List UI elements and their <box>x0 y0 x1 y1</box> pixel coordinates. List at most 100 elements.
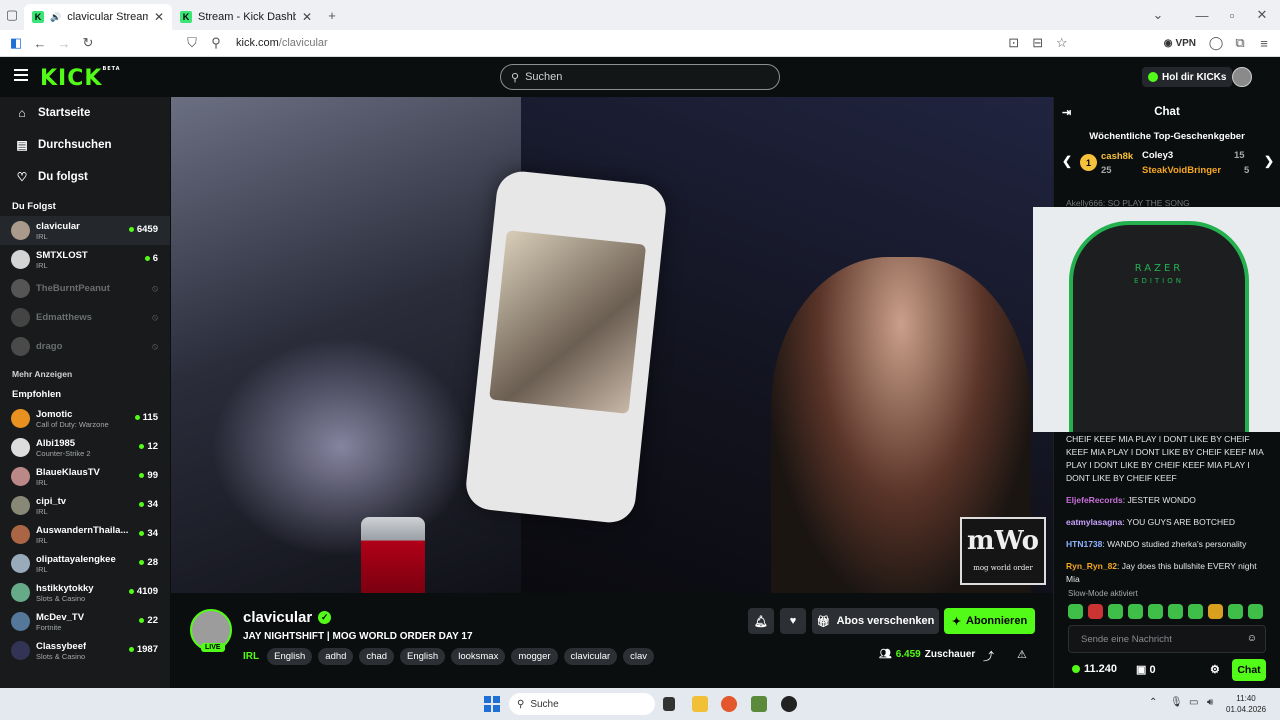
stream-category-link[interactable]: IRL <box>243 651 259 662</box>
obs-icon[interactable] <box>781 696 797 712</box>
emote-icon[interactable] <box>1108 604 1123 619</box>
extensions-icon[interactable]: ⧉ <box>1228 31 1252 55</box>
windows-start-icon[interactable] <box>484 696 500 712</box>
microphone-icon[interactable]: 🎙︎ <box>1170 697 1183 708</box>
emote-icon[interactable] <box>1208 604 1223 619</box>
system-clock[interactable]: 11:40 01.04.2026 <box>1226 693 1266 715</box>
recommended-channel-item[interactable]: Classybeef Slots & Casino 1987 <box>0 636 170 665</box>
following-channel-item[interactable]: TheBurntPeanut ⦸ <box>0 274 170 303</box>
emote-icon[interactable] <box>1168 604 1183 619</box>
hamburger-menu-icon[interactable] <box>14 69 28 81</box>
kick-logo[interactable]: KICKBETA <box>40 66 121 91</box>
chat-settings-icon[interactable]: ⚙ <box>1210 663 1220 676</box>
video-phone <box>463 169 669 525</box>
follow-heart-button[interactable]: ♥ <box>780 608 806 634</box>
firefox-icon[interactable] <box>721 696 737 712</box>
following-channel-item[interactable]: Edmatthews ⦸ <box>0 303 170 332</box>
share-icon[interactable]: ⤴ <box>983 648 994 664</box>
get-kicks-button[interactable]: Hol dir KICKs <box>1142 67 1233 87</box>
close-window-icon[interactable]: ✕ <box>1250 3 1274 27</box>
following-channel-item[interactable]: SMTXLOST IRL 6 <box>0 245 170 274</box>
stream-tag[interactable]: chad <box>359 648 395 665</box>
notification-bell-button[interactable]: 🔔︎ <box>748 608 774 634</box>
shield-icon[interactable]: ⛉ <box>180 31 204 55</box>
stream-tag[interactable]: looksmax <box>451 648 506 665</box>
forward-icon[interactable]: → <box>52 31 76 55</box>
recommended-channel-item[interactable]: olipattayalengkee IRL 28 <box>0 549 170 578</box>
send-chat-button[interactable]: Chat <box>1232 659 1266 681</box>
stream-tag[interactable]: clav <box>623 648 655 665</box>
emote-icon[interactable] <box>1088 604 1103 619</box>
volume-icon[interactable]: 🔊︎ <box>1207 697 1213 708</box>
recommended-channel-item[interactable]: cipi_tv IRL 34 <box>0 491 170 520</box>
browser-tab-active[interactable]: K 🔊 clavicular Stream - Watch L ✕ <box>24 4 172 30</box>
emote-icon[interactable] <box>1228 604 1243 619</box>
collapse-chat-icon[interactable]: ⇥ <box>1062 106 1071 119</box>
emote-icon[interactable] <box>1188 604 1203 619</box>
nav-following[interactable]: ♡ Du folgst <box>0 161 170 193</box>
channel-avatar <box>11 583 30 602</box>
emote-icon[interactable] <box>1248 604 1263 619</box>
new-tab-button[interactable]: + <box>320 3 344 27</box>
stream-tag[interactable]: mogger <box>511 648 558 665</box>
kicks-balance[interactable]: 11.240 <box>1072 663 1117 675</box>
bookmark-star-icon[interactable]: ☆ <box>1050 31 1074 55</box>
report-icon[interactable]: ⚠ <box>1017 648 1027 661</box>
address-field[interactable]: kick.com/clavicular <box>236 37 328 49</box>
recommended-channel-item[interactable]: Jomotic Call of Duty: Warzone 115 <box>0 404 170 433</box>
next-arrow-icon[interactable]: ❯ <box>1264 154 1274 168</box>
taskbar-search[interactable]: ⚲ Suche <box>509 693 655 715</box>
sidebar-toggle-icon[interactable]: ◧ <box>4 31 28 55</box>
gift-subs-button[interactable]: 🎁︎ Abos verschenken <box>812 608 939 634</box>
site-settings-icon[interactable]: ⚲ <box>204 31 228 55</box>
show-more-link[interactable]: Mehr Anzeigen <box>0 361 170 385</box>
stream-tag[interactable]: adhd <box>318 648 354 665</box>
minecraft-icon[interactable] <box>751 696 767 712</box>
streamer-name[interactable]: clavicular ✓ <box>243 609 332 626</box>
nav-home[interactable]: ⌂ Startseite <box>0 97 170 129</box>
emote-icon[interactable] <box>1128 604 1143 619</box>
screenshot-icon[interactable]: ⊡ <box>1002 31 1026 55</box>
chat-message-input[interactable]: Sende eine Nachricht ☺ <box>1068 625 1266 653</box>
prev-arrow-icon[interactable]: ❮ <box>1062 154 1072 168</box>
file-explorer-icon[interactable] <box>692 696 708 712</box>
browser-tab[interactable]: K Stream - Kick Dashboard ✕ <box>172 4 320 30</box>
nav-browse[interactable]: ▤ Durchsuchen <box>0 129 170 161</box>
stream-tag[interactable]: English <box>400 648 446 665</box>
recommended-channel-item[interactable]: Albi1985 Counter-Strike 2 12 <box>0 433 170 462</box>
emoji-picker-icon[interactable]: ☺ <box>1247 633 1257 644</box>
minimize-icon[interactable]: — <box>1190 3 1214 27</box>
save-page-icon[interactable]: ⊟ <box>1026 31 1050 55</box>
audio-icon[interactable]: 🔊 <box>50 12 61 23</box>
stream-tag[interactable]: English <box>267 648 313 665</box>
user-avatar[interactable] <box>1232 67 1252 87</box>
vpn-icon[interactable]: ◉ VPN <box>1164 31 1196 55</box>
close-tab-icon[interactable]: ✕ <box>302 10 312 24</box>
search-input[interactable]: ⚲ Suchen <box>500 64 780 90</box>
following-channel-item[interactable]: drago ⦸ <box>0 332 170 361</box>
back-icon[interactable]: ← <box>28 31 52 55</box>
recommended-channel-item[interactable]: BlaueKlausTV IRL 99 <box>0 462 170 491</box>
recommended-channel-item[interactable]: McDev_TV Fortnite 22 <box>0 607 170 636</box>
live-dot-icon <box>128 589 134 594</box>
maximize-icon[interactable]: ▫ <box>1220 3 1244 27</box>
tray-chevron-icon[interactable]: ⌃ <box>1149 697 1157 708</box>
close-tab-icon[interactable]: ✕ <box>154 10 164 24</box>
tab-actions-icon[interactable]: ▢ <box>0 3 24 27</box>
search-icon: ⚲ <box>517 698 525 710</box>
recommended-channel-item[interactable]: AuswandernThaila... IRL 34 <box>0 520 170 549</box>
task-view-icon[interactable] <box>663 697 675 711</box>
stream-tag[interactable]: clavicular <box>563 648 618 665</box>
tab-list-icon[interactable]: ⌄ <box>1146 3 1170 27</box>
subscribe-button[interactable]: ✦ Abonnieren <box>944 608 1035 634</box>
reward-chest[interactable]: ▣ 0 <box>1136 663 1156 676</box>
recommended-channel-item[interactable]: hstikkytokky Slots & Casino 4109 <box>0 578 170 607</box>
video-player[interactable]: mWo mog world order <box>171 97 1053 593</box>
account-icon[interactable]: ◯ <box>1204 31 1228 55</box>
menu-icon[interactable]: ≡ <box>1252 31 1276 55</box>
following-channel-item[interactable]: clavicular IRL 6459 <box>0 216 170 245</box>
emote-icon[interactable] <box>1148 604 1163 619</box>
emote-icon[interactable] <box>1068 604 1083 619</box>
network-icon[interactable]: ▭ <box>1189 697 1198 708</box>
reload-icon[interactable]: ↻ <box>76 31 100 55</box>
